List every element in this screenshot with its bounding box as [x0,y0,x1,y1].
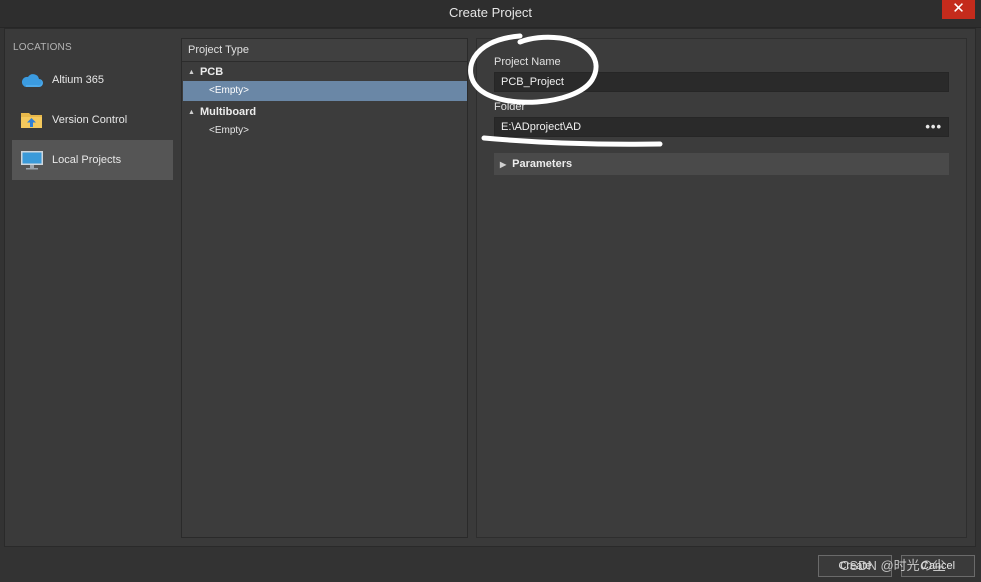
location-label: Version Control [52,114,128,126]
project-type-header: Project Type [182,39,467,62]
tree-group-label: Multiboard [199,106,257,118]
cancel-button[interactable]: Cancel [901,555,975,577]
title-bar: Create Project ✕ [0,0,981,28]
project-name-input[interactable]: PCB_Project [494,72,949,92]
tree-item-multiboard-empty[interactable]: <Empty> [183,121,467,141]
folder-input[interactable]: E:\ADproject\AD ••• [494,117,949,137]
location-local-projects[interactable]: Local Projects [12,140,173,180]
project-name-value: PCB_Project [501,76,564,88]
project-name-label: Project Name [494,56,561,68]
create-button[interactable]: Create [818,555,892,577]
location-altium-365[interactable]: Altium 365 [12,60,173,100]
expand-arrow-icon: ▶ [500,159,507,169]
close-icon: ✕ [952,0,965,17]
location-version-control[interactable]: Version Control [12,100,173,140]
project-type-panel: Project Type ▲ PCB <Empty> ▲ Multiboard … [181,38,468,538]
monitor-icon [20,149,44,171]
cloud-icon [20,69,44,91]
locations-header: LOCATIONS [13,42,72,53]
locations-panel: LOCATIONS Altium 365 Version Control Loc… [8,36,174,542]
expand-triangle-icon[interactable]: ▲ [188,69,195,76]
folder-label: Folder [494,101,526,113]
expand-triangle-icon[interactable]: ▲ [188,109,195,116]
window-title: Create Project [448,5,533,20]
browse-folder-button[interactable]: ••• [925,118,942,136]
project-details-panel [476,38,967,538]
tree-group-label: PCB [199,66,224,78]
parameters-section[interactable]: ▶ Parameters [494,153,949,175]
location-label: Local Projects [52,154,122,166]
folder-value: E:\ADproject\AD [501,121,582,133]
folder-upload-icon [20,109,44,131]
tree-group-pcb[interactable]: ▲ PCB [188,66,223,78]
tree-group-multiboard[interactable]: ▲ Multiboard [188,106,256,118]
tree-item-pcb-empty[interactable]: <Empty> [183,81,467,101]
close-button[interactable]: ✕ [942,0,975,19]
location-label: Altium 365 [52,74,104,86]
parameters-label: Parameters [512,158,573,170]
